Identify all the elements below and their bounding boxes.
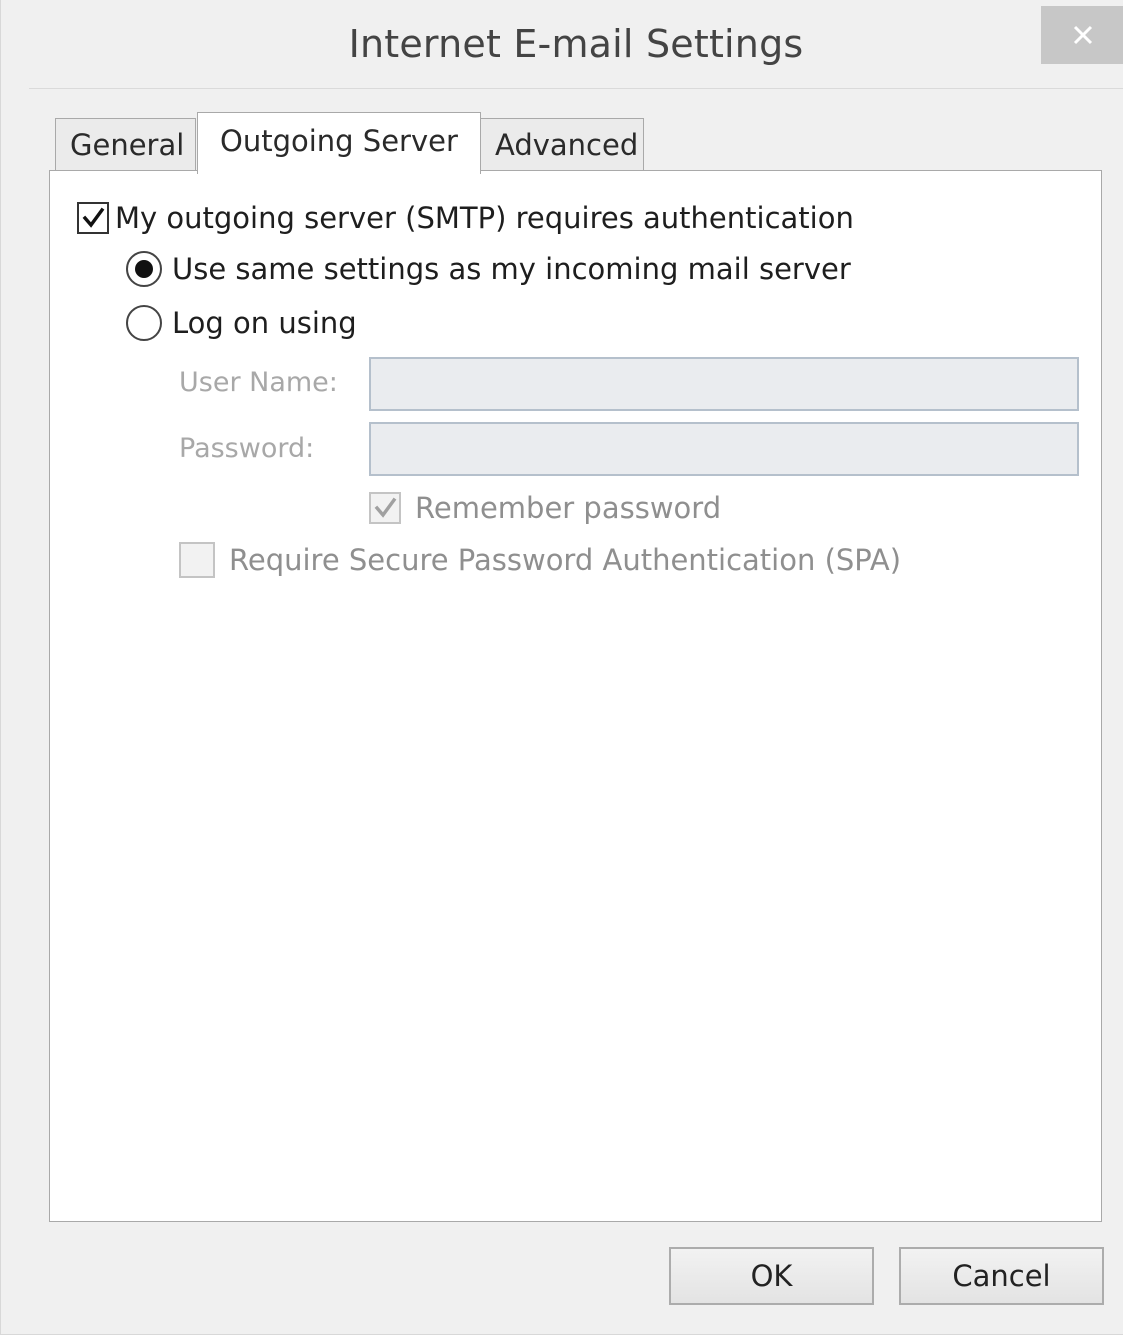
radio-log-on-label: Log on using xyxy=(172,306,357,340)
remember-password-checkbox xyxy=(369,492,401,524)
radio-selected-dot xyxy=(135,260,153,278)
tab-general[interactable]: General xyxy=(55,118,196,170)
email-settings-dialog: Internet E-mail Settings General Outgoin… xyxy=(0,0,1123,1335)
password-field xyxy=(369,422,1079,476)
spa-label: Require Secure Password Authentication (… xyxy=(229,543,902,577)
username-field xyxy=(369,357,1079,411)
checkmark-icon xyxy=(82,207,105,228)
checkmark-icon xyxy=(374,497,397,518)
close-icon xyxy=(1073,25,1092,45)
smtp-auth-checkbox[interactable] xyxy=(77,202,109,234)
remember-password-label: Remember password xyxy=(415,491,722,525)
radio-log-on-using[interactable] xyxy=(126,305,162,341)
ok-button[interactable]: OK xyxy=(669,1247,874,1305)
tab-advanced[interactable]: Advanced xyxy=(480,118,644,170)
spa-checkbox xyxy=(179,542,215,578)
password-label: Password: xyxy=(179,433,315,464)
spa-row: Require Secure Password Authentication (… xyxy=(179,542,901,578)
smtp-auth-row[interactable]: My outgoing server (SMTP) requires authe… xyxy=(77,201,854,235)
username-label: User Name: xyxy=(179,367,338,398)
smtp-auth-label: My outgoing server (SMTP) requires authe… xyxy=(115,201,854,235)
dialog-title: Internet E-mail Settings xyxy=(348,22,804,66)
title-divider xyxy=(29,88,1123,89)
radio-same-settings-row[interactable]: Use same settings as my incoming mail se… xyxy=(126,251,851,287)
radio-same-settings[interactable] xyxy=(126,251,162,287)
tab-outgoing-server[interactable]: Outgoing Server xyxy=(197,112,481,174)
remember-password-row: Remember password xyxy=(369,491,721,525)
outgoing-server-panel: My outgoing server (SMTP) requires authe… xyxy=(49,170,1102,1222)
radio-logon-row[interactable]: Log on using xyxy=(126,305,357,341)
cancel-button[interactable]: Cancel xyxy=(899,1247,1104,1305)
radio-same-settings-label: Use same settings as my incoming mail se… xyxy=(172,252,851,286)
close-button[interactable] xyxy=(1041,6,1123,64)
